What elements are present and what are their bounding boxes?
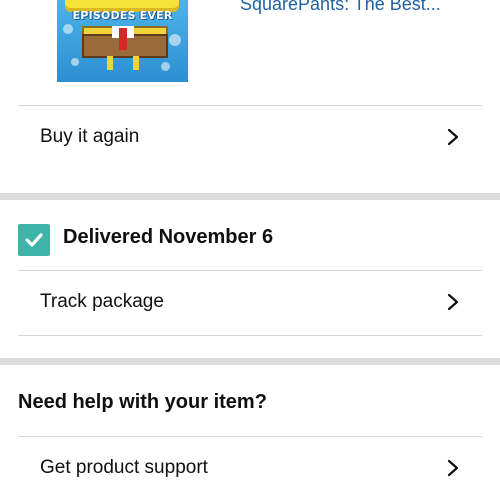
track-package-row[interactable]: Track package bbox=[18, 270, 482, 336]
delivery-status-heading: Delivered November 6 bbox=[63, 226, 274, 248]
thumbnail-character-tie bbox=[119, 28, 127, 50]
thumbnail-caption: EPISODES EVER bbox=[72, 9, 173, 22]
buy-it-again-label: Buy it again bbox=[40, 126, 140, 147]
thumbnail-character-legs bbox=[97, 56, 149, 70]
track-package-label: Track package bbox=[40, 291, 164, 312]
chevron-right-icon bbox=[447, 459, 459, 477]
thumbnail-bubble bbox=[169, 34, 181, 46]
section-divider bbox=[0, 193, 500, 200]
help-heading: Need help with your item? bbox=[18, 391, 267, 413]
product-summary[interactable]: EPISODES EVER SquarePants: The Best... bbox=[0, 0, 500, 100]
order-details-screen: EPISODES EVER SquarePants: The Best... B… bbox=[0, 0, 500, 500]
section-divider bbox=[0, 358, 500, 365]
buy-it-again-row[interactable]: Buy it again bbox=[18, 105, 482, 171]
thumbnail-character-leg bbox=[107, 56, 113, 70]
chevron-right-icon bbox=[447, 128, 459, 146]
delivered-status-badge bbox=[18, 224, 50, 256]
product-title-link[interactable]: SquarePants: The Best... bbox=[240, 0, 441, 15]
product-thumbnail[interactable]: EPISODES EVER bbox=[57, 0, 188, 82]
thumbnail-bubble bbox=[63, 24, 73, 34]
product-support-label: Get product support bbox=[40, 457, 208, 478]
checkmark-icon bbox=[25, 233, 43, 247]
thumbnail-character-leg bbox=[133, 56, 139, 70]
thumbnail-bubble bbox=[71, 58, 79, 66]
chevron-right-icon bbox=[447, 293, 459, 311]
thumbnail-bubble bbox=[161, 62, 170, 71]
product-support-row[interactable]: Get product support bbox=[18, 436, 482, 500]
